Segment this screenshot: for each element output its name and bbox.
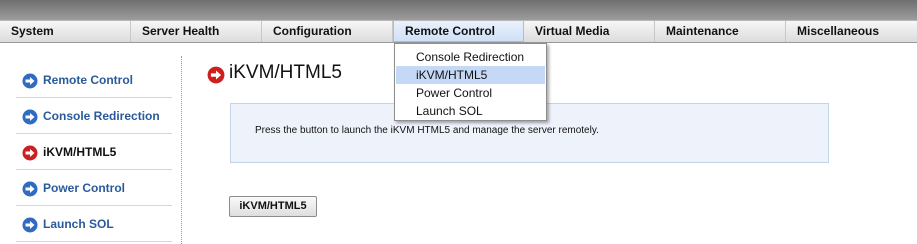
sidebar-item-label: Remote Control — [43, 73, 133, 87]
menu-virtual-media[interactable]: Virtual Media — [524, 21, 655, 42]
arrow-right-circle-red-icon — [22, 145, 38, 161]
menu-server-health[interactable]: Server Health — [131, 21, 262, 42]
sidebar-item-label: Power Control — [43, 181, 126, 195]
page-title: iKVM/HTML5 — [229, 62, 342, 83]
menu-remote-control[interactable]: Remote Control — [393, 21, 524, 42]
info-description: Press the button to launch the iKVM HTML… — [255, 125, 599, 136]
sidebar-item-label: iKVM/HTML5 — [43, 145, 117, 159]
arrow-right-circle-icon — [22, 109, 38, 125]
arrow-right-circle-icon — [22, 217, 38, 233]
sidebar-item-label: Console Redirection — [43, 109, 160, 123]
menu-maintenance[interactable]: Maintenance — [655, 21, 786, 42]
sidebar-item-console-redirection[interactable]: Console Redirection — [16, 98, 172, 134]
arrow-right-circle-icon — [22, 181, 38, 197]
arrow-right-circle-icon — [22, 73, 38, 89]
main-menubar: System Server Health Configuration Remot… — [0, 20, 917, 43]
sidebar-item-remote-control[interactable]: Remote Control — [16, 62, 172, 98]
menu-miscellaneous[interactable]: Miscellaneous — [786, 21, 917, 42]
dropdown-item-launch-sol[interactable]: Launch SOL — [396, 102, 545, 120]
sidebar-item-label: Launch SOL — [43, 217, 114, 231]
dropdown-item-power-control[interactable]: Power Control — [396, 84, 545, 102]
arrow-right-circle-red-icon — [207, 66, 225, 84]
menu-system[interactable]: System — [0, 21, 131, 42]
sidebar-item-launch-sol[interactable]: Launch SOL — [16, 206, 172, 242]
sidebar-nav: Remote Control Console Redirection iKVM/… — [0, 44, 172, 244]
dropdown-item-ikvm-html5[interactable]: iKVM/HTML5 — [396, 66, 545, 84]
remote-control-dropdown: Console Redirection iKVM/HTML5 Power Con… — [394, 43, 547, 121]
sidebar-item-power-control[interactable]: Power Control — [16, 170, 172, 206]
sidebar-item-ikvm-html5[interactable]: iKVM/HTML5 — [16, 134, 172, 170]
window-top-strip — [0, 0, 917, 20]
launch-ikvm-html5-button[interactable]: iKVM/HTML5 — [229, 196, 317, 217]
menu-configuration[interactable]: Configuration — [262, 21, 393, 42]
dropdown-item-console-redirection[interactable]: Console Redirection — [396, 48, 545, 66]
sidebar-divider — [181, 56, 182, 244]
